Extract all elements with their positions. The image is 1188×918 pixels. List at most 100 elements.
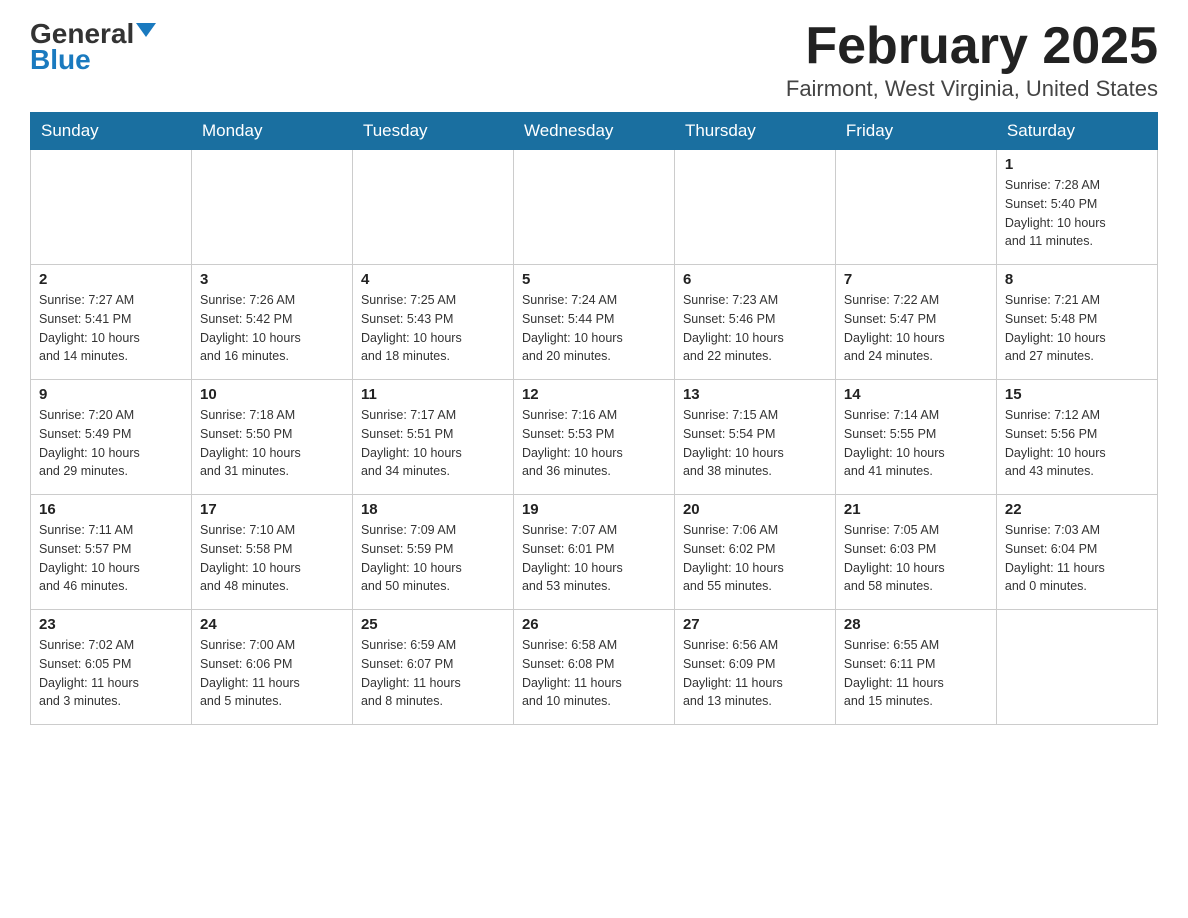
calendar-cell: 24 Sunrise: 7:00 AMSunset: 6:06 PMDayligh… xyxy=(191,610,352,725)
day-number: 22 xyxy=(1005,501,1149,518)
column-header-monday: Monday xyxy=(191,113,352,150)
calendar-cell xyxy=(674,150,835,265)
calendar-table: SundayMondayTuesdayWednesdayThursdayFrid… xyxy=(30,112,1158,725)
calendar-cell: 28 Sunrise: 6:55 AMSunset: 6:11 PMDayligh… xyxy=(835,610,996,725)
calendar-cell: 12 Sunrise: 7:16 AMSunset: 5:53 PMDayligh… xyxy=(513,380,674,495)
day-number: 8 xyxy=(1005,271,1149,288)
column-header-tuesday: Tuesday xyxy=(352,113,513,150)
day-info: Sunrise: 7:25 AMSunset: 5:43 PMDaylight:… xyxy=(361,291,505,366)
week-row-4: 16Sunrise: 7:11 AMSunset: 5:57 PMDayligh… xyxy=(31,495,1158,610)
day-info: Sunrise: 6:58 AMSunset: 6:08 PMDaylight:… xyxy=(522,636,666,711)
day-info: Sunrise: 7:18 AMSunset: 5:50 PMDaylight:… xyxy=(200,406,344,481)
day-number: 5 xyxy=(522,271,666,288)
calendar-cell: 8 Sunrise: 7:21 AMSunset: 5:48 PMDaylight… xyxy=(996,265,1157,380)
column-header-sunday: Sunday xyxy=(31,113,192,150)
day-number: 6 xyxy=(683,271,827,288)
day-info: Sunrise: 7:20 AMSunset: 5:49 PMDaylight:… xyxy=(39,406,183,481)
calendar-cell: 20 Sunrise: 7:06 AMSunset: 6:02 PMDayligh… xyxy=(674,495,835,610)
day-number: 15 xyxy=(1005,386,1149,403)
logo: General Blue xyxy=(30,20,156,76)
calendar-cell: 2 Sunrise: 7:27 AMSunset: 5:41 PMDaylight… xyxy=(31,265,192,380)
day-info: Sunrise: 7:22 AMSunset: 5:47 PMDaylight:… xyxy=(844,291,988,366)
title-block: February 2025 Fairmont, West Virginia, U… xyxy=(786,20,1158,102)
column-header-wednesday: Wednesday xyxy=(513,113,674,150)
day-number: 11 xyxy=(361,386,505,403)
week-row-3: 9 Sunrise: 7:20 AMSunset: 5:49 PMDaylight… xyxy=(31,380,1158,495)
day-number: 16 xyxy=(39,501,183,518)
day-info: Sunrise: 7:10 AMSunset: 5:58 PMDaylight:… xyxy=(200,521,344,596)
day-number: 4 xyxy=(361,271,505,288)
week-row-2: 2 Sunrise: 7:27 AMSunset: 5:41 PMDaylight… xyxy=(31,265,1158,380)
day-info: Sunrise: 7:14 AMSunset: 5:55 PMDaylight:… xyxy=(844,406,988,481)
logo-triangle-icon xyxy=(136,23,156,37)
month-title: February 2025 xyxy=(786,20,1158,72)
calendar-cell: 27Sunrise: 6:56 AMSunset: 6:09 PMDayligh… xyxy=(674,610,835,725)
day-number: 12 xyxy=(522,386,666,403)
day-number: 24 xyxy=(200,616,344,633)
day-number: 26 xyxy=(522,616,666,633)
calendar-cell: 6 Sunrise: 7:23 AMSunset: 5:46 PMDaylight… xyxy=(674,265,835,380)
day-number: 2 xyxy=(39,271,183,288)
calendar-cell: 5 Sunrise: 7:24 AMSunset: 5:44 PMDaylight… xyxy=(513,265,674,380)
week-row-1: 1 Sunrise: 7:28 AMSunset: 5:40 PMDaylight… xyxy=(31,150,1158,265)
calendar-cell xyxy=(191,150,352,265)
calendar-header-row: SundayMondayTuesdayWednesdayThursdayFrid… xyxy=(31,113,1158,150)
calendar-cell: 11 Sunrise: 7:17 AMSunset: 5:51 PMDayligh… xyxy=(352,380,513,495)
day-number: 14 xyxy=(844,386,988,403)
day-number: 28 xyxy=(844,616,988,633)
day-info: Sunrise: 7:28 AMSunset: 5:40 PMDaylight:… xyxy=(1005,176,1149,251)
calendar-cell: 19 Sunrise: 7:07 AMSunset: 6:01 PMDayligh… xyxy=(513,495,674,610)
calendar-cell: 23 Sunrise: 7:02 AMSunset: 6:05 PMDayligh… xyxy=(31,610,192,725)
day-info: Sunrise: 7:17 AMSunset: 5:51 PMDaylight:… xyxy=(361,406,505,481)
day-number: 9 xyxy=(39,386,183,403)
day-info: Sunrise: 6:56 AMSunset: 6:09 PMDaylight:… xyxy=(683,636,827,711)
calendar-cell: 4 Sunrise: 7:25 AMSunset: 5:43 PMDaylight… xyxy=(352,265,513,380)
calendar-cell: 17 Sunrise: 7:10 AMSunset: 5:58 PMDayligh… xyxy=(191,495,352,610)
calendar-cell xyxy=(352,150,513,265)
calendar-cell: 25Sunrise: 6:59 AMSunset: 6:07 PMDayligh… xyxy=(352,610,513,725)
calendar-cell: 1 Sunrise: 7:28 AMSunset: 5:40 PMDaylight… xyxy=(996,150,1157,265)
calendar-cell xyxy=(835,150,996,265)
day-info: Sunrise: 7:16 AMSunset: 5:53 PMDaylight:… xyxy=(522,406,666,481)
page-header: General Blue February 2025 Fairmont, Wes… xyxy=(30,20,1158,102)
day-info: Sunrise: 7:27 AMSunset: 5:41 PMDaylight:… xyxy=(39,291,183,366)
day-info: Sunrise: 7:21 AMSunset: 5:48 PMDaylight:… xyxy=(1005,291,1149,366)
day-info: Sunrise: 7:24 AMSunset: 5:44 PMDaylight:… xyxy=(522,291,666,366)
calendar-cell: 9 Sunrise: 7:20 AMSunset: 5:49 PMDaylight… xyxy=(31,380,192,495)
day-number: 25 xyxy=(361,616,505,633)
location-title: Fairmont, West Virginia, United States xyxy=(786,76,1158,102)
calendar-cell: 26 Sunrise: 6:58 AMSunset: 6:08 PMDayligh… xyxy=(513,610,674,725)
day-info: Sunrise: 7:23 AMSunset: 5:46 PMDaylight:… xyxy=(683,291,827,366)
day-info: Sunrise: 7:00 AMSunset: 6:06 PMDaylight:… xyxy=(200,636,344,711)
calendar-cell: 3 Sunrise: 7:26 AMSunset: 5:42 PMDaylight… xyxy=(191,265,352,380)
calendar-cell: 18Sunrise: 7:09 AMSunset: 5:59 PMDayligh… xyxy=(352,495,513,610)
calendar-cell: 13Sunrise: 7:15 AMSunset: 5:54 PMDayligh… xyxy=(674,380,835,495)
calendar-cell: 14 Sunrise: 7:14 AMSunset: 5:55 PMDayligh… xyxy=(835,380,996,495)
calendar-cell xyxy=(31,150,192,265)
column-header-saturday: Saturday xyxy=(996,113,1157,150)
day-info: Sunrise: 7:09 AMSunset: 5:59 PMDaylight:… xyxy=(361,521,505,596)
day-info: Sunrise: 7:03 AMSunset: 6:04 PMDaylight:… xyxy=(1005,521,1149,596)
calendar-cell xyxy=(513,150,674,265)
calendar-cell xyxy=(996,610,1157,725)
day-info: Sunrise: 7:26 AMSunset: 5:42 PMDaylight:… xyxy=(200,291,344,366)
day-number: 13 xyxy=(683,386,827,403)
calendar-cell: 16Sunrise: 7:11 AMSunset: 5:57 PMDayligh… xyxy=(31,495,192,610)
day-number: 23 xyxy=(39,616,183,633)
day-number: 20 xyxy=(683,501,827,518)
day-info: Sunrise: 7:06 AMSunset: 6:02 PMDaylight:… xyxy=(683,521,827,596)
day-number: 19 xyxy=(522,501,666,518)
day-number: 3 xyxy=(200,271,344,288)
day-info: Sunrise: 6:55 AMSunset: 6:11 PMDaylight:… xyxy=(844,636,988,711)
calendar-cell: 15Sunrise: 7:12 AMSunset: 5:56 PMDayligh… xyxy=(996,380,1157,495)
calendar-cell: 21Sunrise: 7:05 AMSunset: 6:03 PMDayligh… xyxy=(835,495,996,610)
day-info: Sunrise: 7:07 AMSunset: 6:01 PMDaylight:… xyxy=(522,521,666,596)
week-row-5: 23 Sunrise: 7:02 AMSunset: 6:05 PMDayligh… xyxy=(31,610,1158,725)
calendar-cell: 22 Sunrise: 7:03 AMSunset: 6:04 PMDayligh… xyxy=(996,495,1157,610)
day-number: 10 xyxy=(200,386,344,403)
day-info: Sunrise: 7:02 AMSunset: 6:05 PMDaylight:… xyxy=(39,636,183,711)
day-number: 17 xyxy=(200,501,344,518)
day-number: 7 xyxy=(844,271,988,288)
day-number: 1 xyxy=(1005,156,1149,173)
day-info: Sunrise: 7:05 AMSunset: 6:03 PMDaylight:… xyxy=(844,521,988,596)
